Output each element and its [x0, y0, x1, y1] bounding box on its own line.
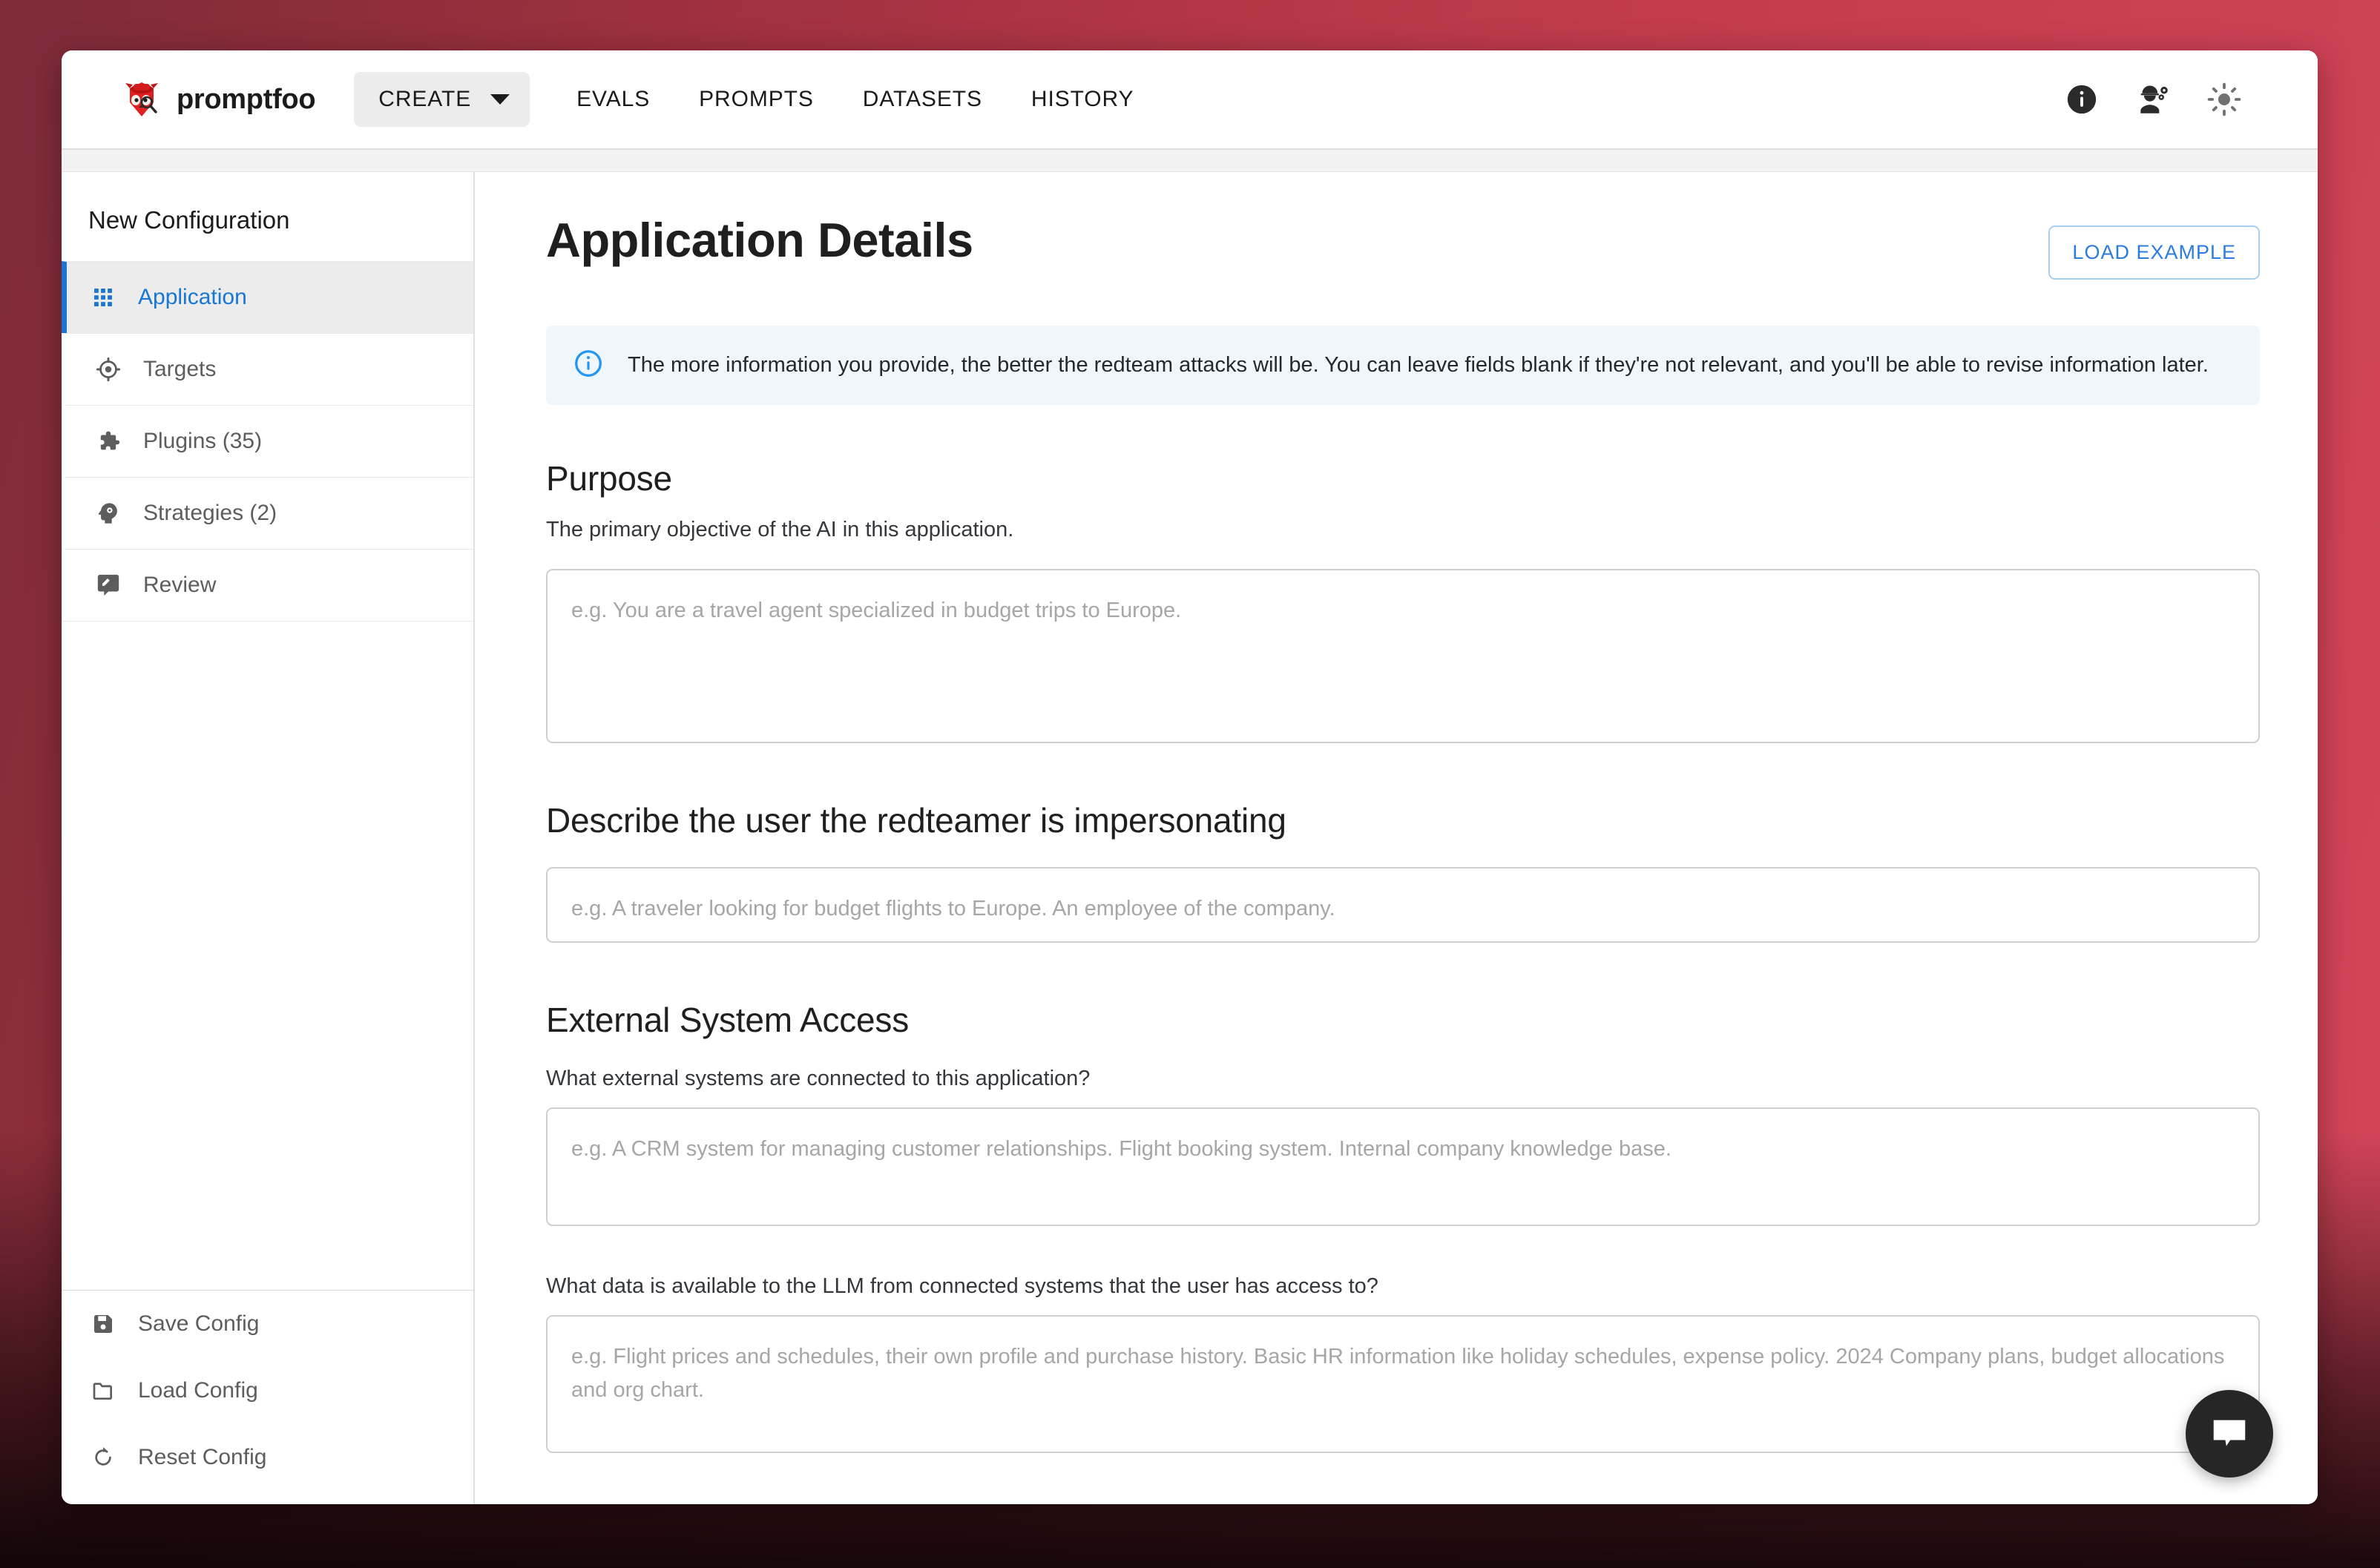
- info-banner-text: The more information you provide, the be…: [628, 351, 2209, 380]
- create-button[interactable]: CREATE: [354, 72, 530, 127]
- sidebar-item-targets[interactable]: Targets: [62, 333, 473, 405]
- page-title: Application Details: [546, 215, 973, 266]
- engineering-settings-button[interactable]: [2117, 64, 2189, 135]
- sidebar-item-label: Targets: [143, 357, 216, 382]
- purpose-help-text: The primary objective of the AI in this …: [546, 518, 2260, 542]
- load-config-button[interactable]: Load Config: [62, 1357, 473, 1424]
- accessible-data-input[interactable]: [546, 1315, 2260, 1453]
- save-config-button[interactable]: Save Config: [62, 1291, 473, 1357]
- puzzle-piece-icon: [95, 428, 122, 455]
- psychology-head-gear-icon: [95, 500, 122, 527]
- theme-toggle-button[interactable]: [2189, 64, 2260, 135]
- brightness-sun-icon: [2206, 82, 2242, 117]
- purpose-input[interactable]: [546, 569, 2260, 743]
- sidebar-footer: Save Config Load Config: [62, 1290, 473, 1504]
- external-system-access-heading: External System Access: [546, 1000, 2260, 1040]
- sidebar-item-review[interactable]: Review: [62, 549, 473, 621]
- header-subbar: [62, 150, 2318, 172]
- app-header: promptfoo CREATE EVALS PROMPTS DATASETS …: [62, 50, 2318, 150]
- nav-link-history[interactable]: HISTORY: [1007, 50, 1159, 149]
- nav-link-prompts[interactable]: PROMPTS: [674, 50, 838, 149]
- app-window: promptfoo CREATE EVALS PROMPTS DATASETS …: [62, 50, 2318, 1504]
- nav-link-evals[interactable]: EVALS: [552, 50, 674, 149]
- target-crosshair-icon: [95, 356, 122, 383]
- sidebar-item-label: Plugins (35): [143, 429, 262, 454]
- info-banner: The more information you provide, the be…: [546, 326, 2260, 405]
- nav-link-datasets[interactable]: DATASETS: [838, 50, 1007, 149]
- impersonation-input[interactable]: [546, 867, 2260, 943]
- reset-config-label: Reset Config: [138, 1445, 266, 1470]
- brand-name: promptfoo: [177, 84, 315, 116]
- chevron-down-icon: [490, 94, 510, 105]
- sidebar-item-label: Strategies (2): [143, 501, 277, 526]
- load-example-button[interactable]: LOAD EXAMPLE: [2048, 225, 2260, 280]
- body-row: New Configuration Application: [62, 172, 2318, 1504]
- restricted-data-label: What data is available to the LLM from c…: [546, 1501, 2260, 1504]
- sidebar-item-label: Application: [138, 285, 247, 310]
- main-header: Application Details LOAD EXAMPLE: [546, 215, 2260, 280]
- sidebar-spacer: [62, 621, 473, 1290]
- reset-config-button[interactable]: Reset Config: [62, 1424, 473, 1491]
- engineering-person-gears-icon: [2134, 81, 2172, 118]
- load-config-label: Load Config: [138, 1378, 258, 1403]
- create-button-label: CREATE: [378, 87, 471, 112]
- sidebar-item-plugins[interactable]: Plugins (35): [62, 405, 473, 477]
- connected-systems-input[interactable]: [546, 1107, 2260, 1226]
- sidebar-title: New Configuration: [62, 172, 473, 261]
- impersonation-heading: Describe the user the redteamer is imper…: [546, 800, 2260, 840]
- folder-icon: [90, 1377, 116, 1404]
- sidebar: New Configuration Application: [62, 172, 475, 1504]
- info-filled-icon: [2065, 82, 2099, 116]
- connected-systems-label: What external systems are connected to t…: [546, 1067, 2260, 1091]
- rotate-refresh-icon: [90, 1444, 116, 1471]
- save-floppy-icon: [90, 1311, 116, 1337]
- save-config-label: Save Config: [138, 1311, 259, 1337]
- brand[interactable]: promptfoo: [122, 80, 315, 119]
- info-button[interactable]: [2046, 64, 2117, 135]
- sidebar-item-strategies[interactable]: Strategies (2): [62, 477, 473, 549]
- accessible-data-label: What data is available to the LLM from c…: [546, 1274, 2260, 1299]
- info-outline-icon: [573, 348, 604, 383]
- sidebar-item-application[interactable]: Application: [62, 261, 473, 333]
- chat-fab-button[interactable]: [2186, 1390, 2273, 1478]
- purpose-heading: Purpose: [546, 458, 2260, 498]
- sidebar-item-label: Review: [143, 573, 216, 598]
- apps-grid-icon: [90, 284, 116, 311]
- promptfoo-logo-icon: [122, 80, 161, 119]
- chat-bubble-icon: [2208, 1412, 2251, 1455]
- rate-review-icon: [95, 572, 122, 599]
- main-content: Application Details LOAD EXAMPLE The mor…: [475, 172, 2318, 1504]
